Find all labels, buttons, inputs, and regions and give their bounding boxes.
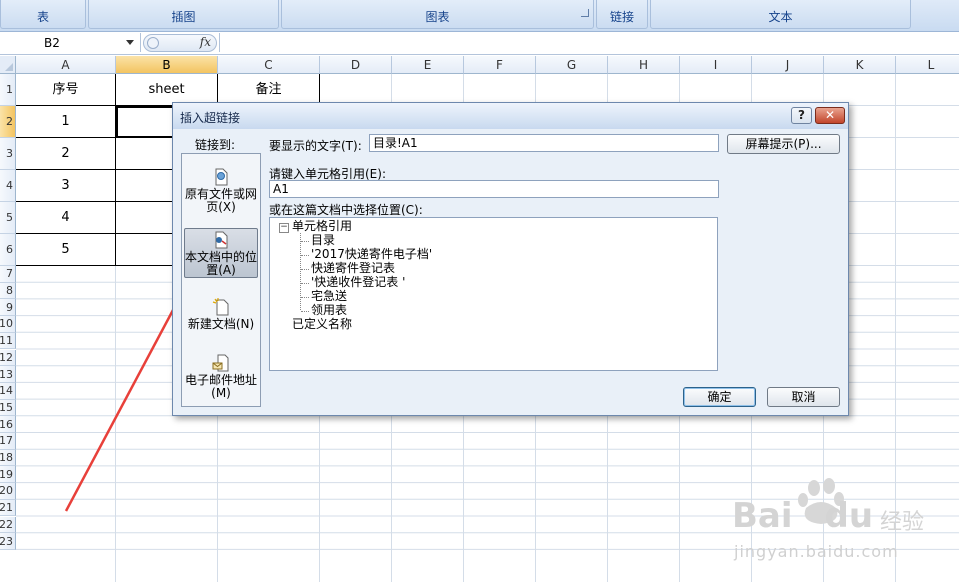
link-new-document[interactable]: 新建文档(N): [184, 298, 258, 334]
document-place-icon: [215, 231, 228, 249]
tree-line: [301, 283, 309, 284]
place-tree[interactable]: − 单元格引用 目录 '2017快递寄件电子档' 快递寄件登记表 '快递收件登记表 '…: [269, 217, 718, 371]
link-item-label: 新建文档(N): [187, 317, 255, 331]
display-text-input[interactable]: 目录!A1: [369, 134, 719, 152]
link-item-label: 电子邮件地址(M): [184, 373, 257, 400]
tree-line: [301, 241, 309, 242]
dialog-title: 插入超链接: [180, 111, 241, 125]
help-button[interactable]: ?: [791, 107, 812, 124]
tree-line: [301, 269, 309, 270]
dialog-titlebar[interactable]: 插入超链接 ? ✕: [173, 103, 848, 129]
new-document-icon: [212, 298, 229, 316]
insert-hyperlink-dialog: 插入超链接 ? ✕ 链接到: 原有文件或网页(X) 本文档中的位置(A) 新建文…: [172, 102, 849, 416]
watermark-brand: Bai du: [732, 496, 874, 536]
email-icon: [212, 354, 229, 372]
tree-node-sheet[interactable]: 快递寄件登记表: [311, 262, 395, 275]
tree-line: [301, 297, 309, 298]
link-email-address[interactable]: 电子邮件地址(M): [184, 354, 258, 400]
tree-node-cell-reference[interactable]: 单元格引用: [292, 220, 352, 233]
link-existing-file-or-web[interactable]: 原有文件或网页(X): [184, 168, 258, 214]
ok-button[interactable]: 确定: [683, 387, 756, 407]
link-item-label: 本文档中的位置(A): [185, 250, 258, 277]
tree-line: [301, 255, 309, 256]
screentip-button[interactable]: 屏幕提示(P)...: [727, 134, 840, 154]
tree-node-sheet[interactable]: 宅急送: [311, 290, 347, 303]
watermark-tagline: 经验: [880, 510, 925, 535]
link-to-pane: 原有文件或网页(X) 本文档中的位置(A) 新建文档(N) 电子邮件地址(M): [181, 153, 261, 407]
place-in-document-label: 或在这篇文档中选择位置(C):: [269, 203, 423, 217]
link-place-in-document[interactable]: 本文档中的位置(A): [184, 228, 258, 278]
tree-node-sheet[interactable]: '2017快递寄件电子档': [311, 248, 432, 261]
baidu-watermark: Bai du 经验 jingyan.baidu.com: [730, 478, 955, 578]
collapse-icon[interactable]: −: [279, 223, 289, 233]
watermark-url: jingyan.baidu.com: [734, 542, 899, 561]
cancel-button[interactable]: 取消: [767, 387, 840, 407]
tree-line: [300, 233, 301, 310]
tree-node-sheet[interactable]: '快递收件登记表 ': [311, 276, 405, 289]
display-text-label: 要显示的文字(T):: [269, 139, 362, 153]
web-page-icon: [215, 168, 228, 186]
close-button[interactable]: ✕: [815, 107, 845, 124]
link-item-label: 原有文件或网页(X): [184, 187, 257, 214]
tree-line: [301, 311, 309, 312]
link-to-label: 链接到:: [195, 138, 236, 152]
tree-node-sheet[interactable]: 领用表: [311, 304, 347, 317]
tree-node-sheet[interactable]: 目录: [311, 234, 335, 247]
cell-reference-input[interactable]: A1: [269, 180, 719, 198]
tree-node-defined-names[interactable]: 已定义名称: [292, 318, 352, 331]
